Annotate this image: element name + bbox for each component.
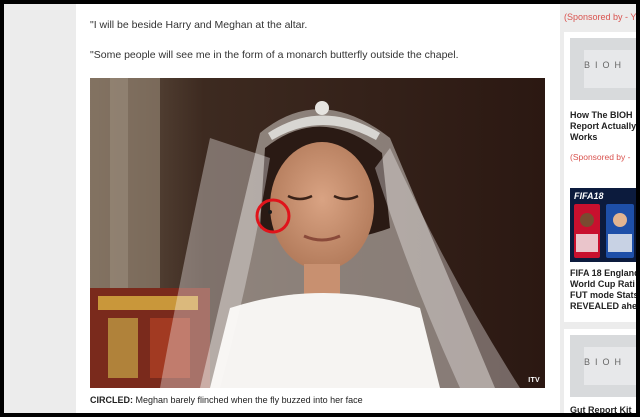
card-sponsor[interactable]: (Sponsored by -: [570, 152, 630, 162]
sponsored-card[interactable]: FIFA18 FIFA 18 England World Cup Rati FU…: [564, 182, 636, 322]
card-thumbnail[interactable]: FIFA18: [570, 188, 636, 262]
card-title[interactable]: FIFA 18 England: [570, 268, 636, 279]
player-cards-icon: [574, 204, 634, 258]
card-thumbnail[interactable]: BIOH: [570, 335, 636, 397]
sponsored-card[interactable]: BIOH Gut Report Kit: [564, 329, 636, 413]
sponsored-sidebar: (Sponsored by - Y BIOH How The BIOH Repo…: [560, 4, 636, 413]
page-frame: "I will be beside Harry and Meghan at th…: [4, 4, 636, 413]
card-title[interactable]: Works: [570, 132, 597, 143]
card-title[interactable]: Gut Report Kit: [570, 405, 632, 413]
brand-logo: BIOH: [584, 357, 627, 367]
card-title[interactable]: REVEALED ahe: [570, 301, 636, 312]
photo-watermark: ITV: [528, 377, 540, 384]
article-quote: "I will be beside Harry and Meghan at th…: [90, 19, 308, 31]
photo-caption: CIRCLED: Meghan barely flinched when the…: [90, 395, 363, 405]
sponsored-label[interactable]: (Sponsored by - Y: [564, 12, 636, 22]
card-title[interactable]: Report Actually: [570, 121, 636, 132]
card-title[interactable]: FUT mode Stats: [570, 290, 636, 301]
card-title[interactable]: World Cup Rati: [570, 279, 635, 290]
card-title[interactable]: How The BIOH: [570, 110, 633, 121]
card-thumbnail[interactable]: BIOH: [570, 38, 636, 100]
caption-label: CIRCLED:: [90, 395, 133, 405]
article-photo[interactable]: ITV: [90, 78, 545, 388]
caption-text: Meghan barely flinched when the fly buzz…: [133, 395, 363, 405]
wedding-photo-illustration: [90, 78, 545, 388]
article-quote: "Some people will see me in the form of …: [90, 49, 459, 61]
sponsored-card[interactable]: BIOH How The BIOH Report Actually Works …: [564, 32, 636, 182]
brand-logo: BIOH: [584, 60, 627, 70]
fly-dot: [268, 210, 272, 214]
article-body: "I will be beside Harry and Meghan at th…: [76, 4, 560, 413]
